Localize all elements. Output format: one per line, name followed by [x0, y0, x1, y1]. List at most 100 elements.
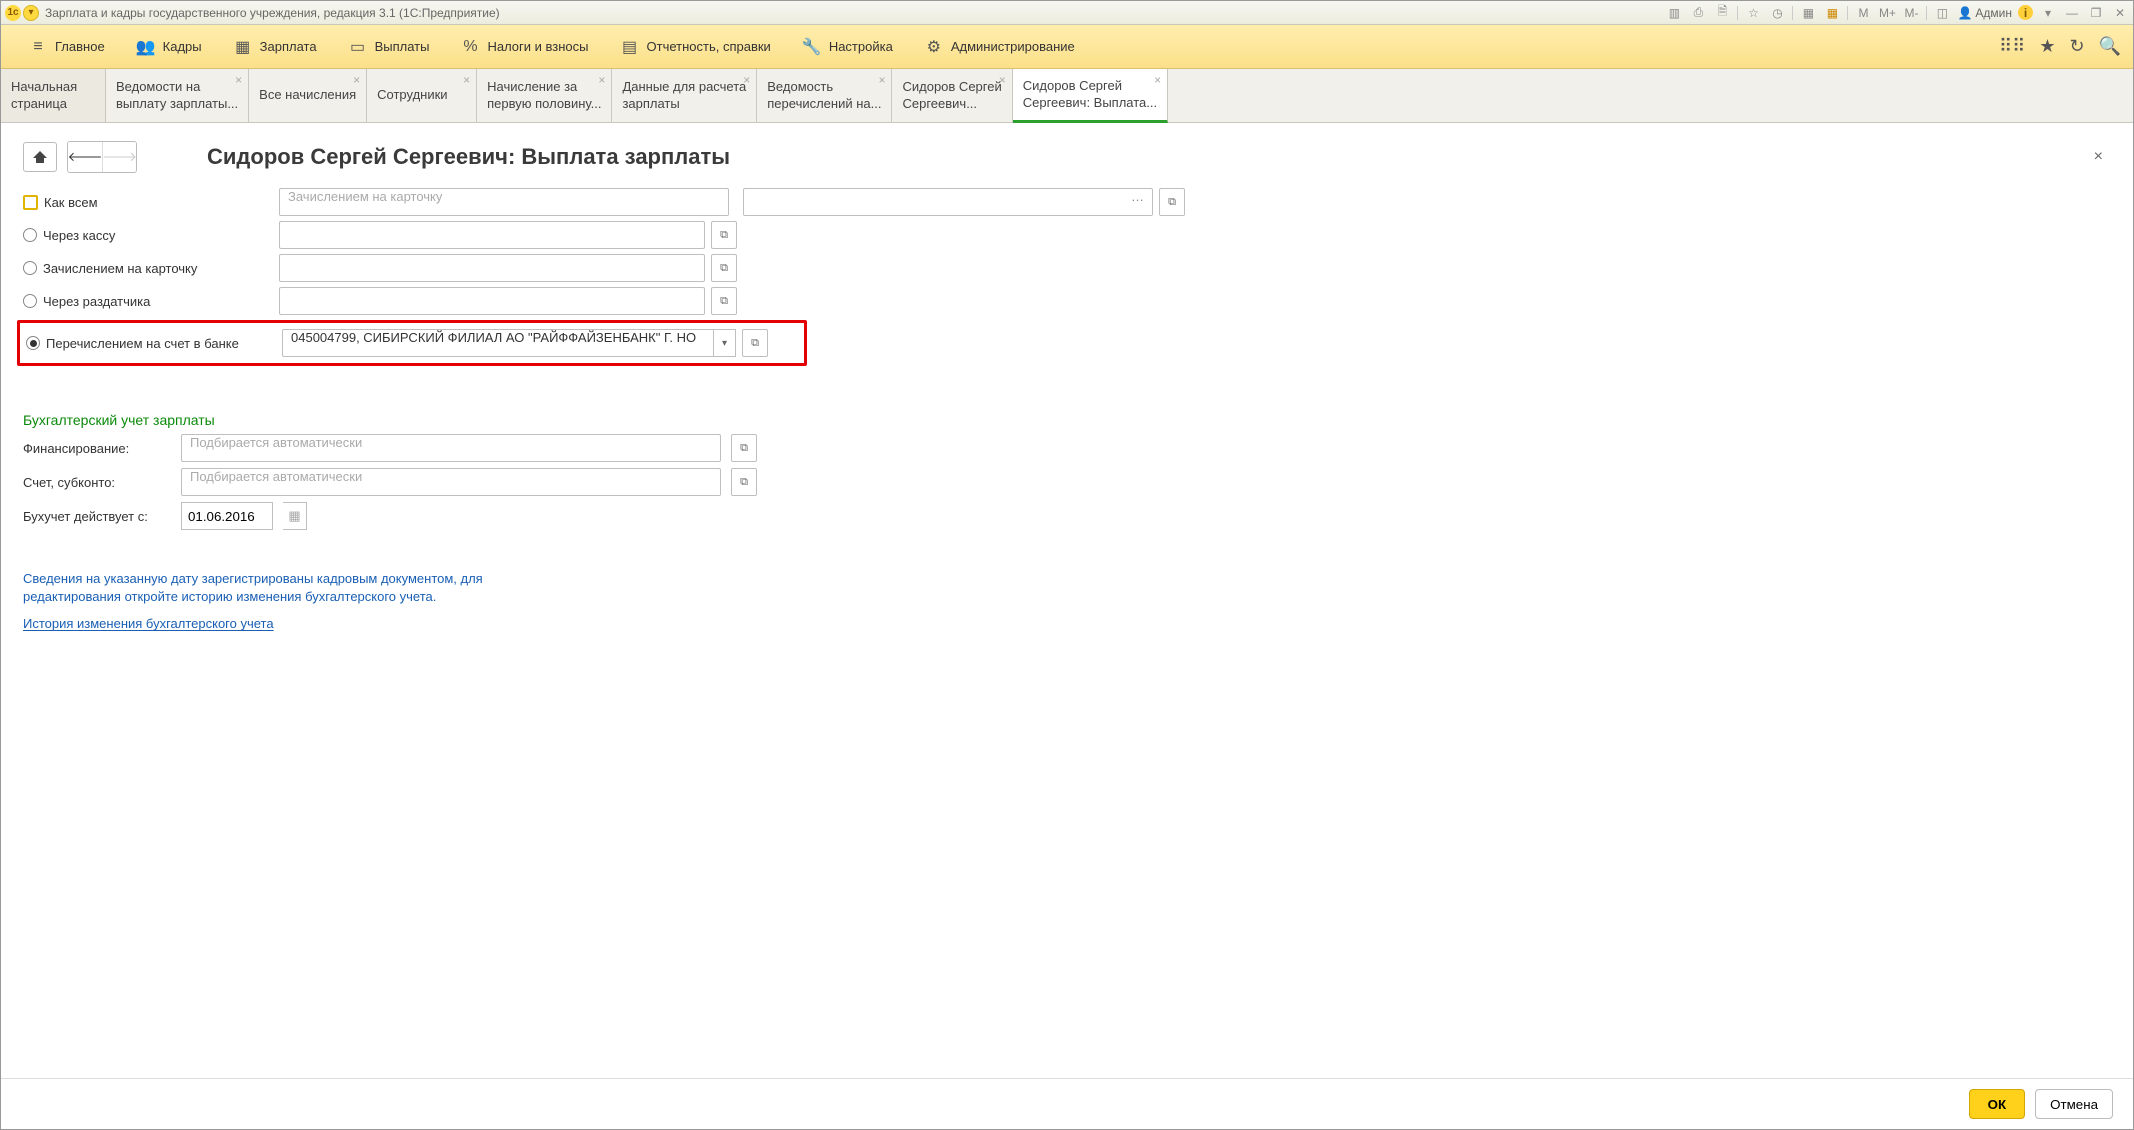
gear-icon: ⚙	[925, 38, 943, 56]
history-link[interactable]: История изменения бухгалтерского учета	[23, 616, 274, 631]
close-icon[interactable]: ×	[999, 73, 1006, 88]
close-icon[interactable]: ×	[235, 73, 242, 88]
financing-field[interactable]: Подбирается автоматически	[181, 434, 721, 462]
like-all-extra-field[interactable]: …	[743, 188, 1153, 216]
card-field[interactable]	[279, 254, 705, 282]
tb-print-icon[interactable]: ⎙	[1689, 5, 1707, 21]
radio-distributor[interactable]	[23, 294, 37, 308]
tab-label: Сергеевич: Выплата...	[1023, 95, 1157, 111]
page-header: 🡐 🡒 Сидоров Сергей Сергеевич: Выплата за…	[1, 123, 2133, 179]
m-minus-btn[interactable]: M-	[1902, 5, 1920, 21]
close-icon[interactable]: ×	[743, 73, 750, 88]
calc-icon[interactable]: ▦	[1799, 5, 1817, 21]
radio-label: Перечислением на счет в банке	[46, 336, 239, 351]
menu-settings[interactable]: 🔧 Настройка	[787, 25, 909, 69]
menu-salary[interactable]: ▦ Зарплата	[218, 25, 333, 69]
menu-reports[interactable]: ▤ Отчетность, справки	[605, 25, 787, 69]
close-icon[interactable]: ×	[463, 73, 470, 88]
maximize-button[interactable]: ❐	[2087, 5, 2105, 21]
distributor-field[interactable]	[279, 287, 705, 315]
titlebar: 1c ▾ Зарплата и кадры государственного у…	[1, 1, 2133, 25]
user-indicator[interactable]: 👤 Админ	[1957, 6, 2012, 20]
open-icon[interactable]: ⧉	[742, 329, 768, 357]
star-icon[interactable]: ☆	[1744, 5, 1762, 21]
tb-save-icon[interactable]: ▥	[1665, 5, 1683, 21]
tab-payroll-sheets[interactable]: Ведомости на выплату зарплаты... ×	[106, 69, 249, 122]
account-field[interactable]: Подбирается автоматически	[181, 468, 721, 496]
tab-employee-payment[interactable]: Сидоров Сергей Сергеевич: Выплата... ×	[1013, 69, 1168, 123]
close-page-button[interactable]: ×	[2086, 144, 2111, 170]
menu-admin[interactable]: ⚙ Администрирование	[909, 25, 1091, 69]
calendar-icon[interactable]: ▦	[283, 502, 307, 530]
like-all-method-field[interactable]: Зачислением на карточку	[279, 188, 729, 216]
calendar-icon[interactable]: ▦	[1823, 5, 1841, 21]
tab-calc-data[interactable]: Данные для расчета зарплаты ×	[612, 69, 757, 122]
effective-date-field[interactable]	[181, 502, 273, 530]
tab-all-accruals[interactable]: Все начисления ×	[249, 69, 367, 122]
radio-like-all[interactable]	[23, 195, 38, 210]
app-logo-icon: 1c	[5, 5, 21, 21]
cash-field[interactable]	[279, 221, 705, 249]
panel-icon[interactable]: ◫	[1933, 5, 1951, 21]
radio-bank[interactable]	[26, 336, 40, 350]
apps-icon[interactable]: ⠿⠿	[1999, 36, 2025, 57]
forward-button[interactable]: 🡒	[102, 142, 136, 172]
effective-label: Бухучет действует с:	[23, 509, 171, 524]
menu-personnel[interactable]: 👥 Кадры	[121, 25, 218, 69]
favorites-icon[interactable]: ★	[2039, 36, 2055, 57]
radio-label: Как всем	[44, 195, 98, 210]
search-icon[interactable]: 🔍	[2099, 36, 2121, 57]
tab-transfer-sheet[interactable]: Ведомость перечислений на... ×	[757, 69, 892, 122]
tab-start-page[interactable]: Начальная страница	[1, 69, 106, 122]
chevron-down-icon[interactable]: ▾	[714, 329, 736, 357]
m-plus-btn[interactable]: M+	[1878, 5, 1896, 21]
close-icon[interactable]: ×	[598, 73, 605, 88]
tab-employees[interactable]: Сотрудники ×	[367, 69, 477, 122]
menu-payments[interactable]: ▭ Выплаты	[333, 25, 446, 69]
minimize-button[interactable]: —	[2063, 5, 2081, 21]
open-icon[interactable]: ⧉	[731, 468, 757, 496]
accounting-section-title: Бухгалтерский учет зарплаты	[23, 412, 2111, 428]
clock-icon[interactable]: ◷	[1768, 5, 1786, 21]
people-icon: 👥	[137, 38, 155, 56]
close-icon[interactable]: ×	[353, 73, 360, 88]
app-dropdown-icon[interactable]: ▾	[23, 5, 39, 21]
account-label: Счет, субконто:	[23, 475, 171, 490]
close-icon[interactable]: ×	[878, 73, 885, 88]
report-icon: ▤	[621, 38, 639, 56]
cancel-button[interactable]: Отмена	[2035, 1089, 2113, 1119]
wallet-icon: ▭	[349, 38, 367, 56]
tab-half-month[interactable]: Начисление за первую половину... ×	[477, 69, 612, 122]
table-icon: ▦	[234, 38, 252, 56]
history-icon[interactable]: ↻	[2069, 36, 2084, 57]
ok-button[interactable]: ОК	[1969, 1089, 2026, 1119]
menu-label: Главное	[55, 39, 105, 54]
info-icon[interactable]: i	[2018, 5, 2033, 20]
hamburger-icon: ≡	[29, 38, 47, 56]
back-button[interactable]: 🡐	[68, 142, 102, 172]
tab-label: страница	[11, 96, 95, 112]
m-btn[interactable]: M	[1854, 5, 1872, 21]
open-icon[interactable]: ⧉	[1159, 188, 1185, 216]
open-icon[interactable]: ⧉	[711, 221, 737, 249]
radio-card[interactable]	[23, 261, 37, 275]
tab-label: выплату зарплаты...	[116, 96, 238, 112]
bank-account-field[interactable]: 045004799, СИБИРСКИЙ ФИЛИАЛ АО "РАЙФФАЙЗ…	[282, 329, 714, 357]
menu-label: Зарплата	[260, 39, 317, 54]
open-icon[interactable]: ⧉	[711, 287, 737, 315]
home-button[interactable]	[23, 142, 57, 172]
close-icon[interactable]: ×	[1154, 73, 1161, 88]
tab-employee[interactable]: Сидоров Сергей Сергеевич... ×	[892, 69, 1012, 122]
dropdown-icon[interactable]: ▾	[2039, 5, 2057, 21]
menu-label: Настройка	[829, 39, 893, 54]
tab-label: Сидоров Сергей	[902, 79, 1001, 95]
main-menu: ≡ Главное 👥 Кадры ▦ Зарплата ▭ Выплаты %…	[1, 25, 2133, 69]
tab-label: зарплаты	[622, 96, 746, 112]
open-icon[interactable]: ⧉	[731, 434, 757, 462]
close-window-button[interactable]: ✕	[2111, 5, 2129, 21]
menu-main[interactable]: ≡ Главное	[13, 25, 121, 69]
menu-taxes[interactable]: % Налоги и взносы	[445, 25, 604, 69]
tb-doc-icon[interactable]: 🗎	[1713, 5, 1731, 21]
open-icon[interactable]: ⧉	[711, 254, 737, 282]
radio-cash[interactable]	[23, 228, 37, 242]
